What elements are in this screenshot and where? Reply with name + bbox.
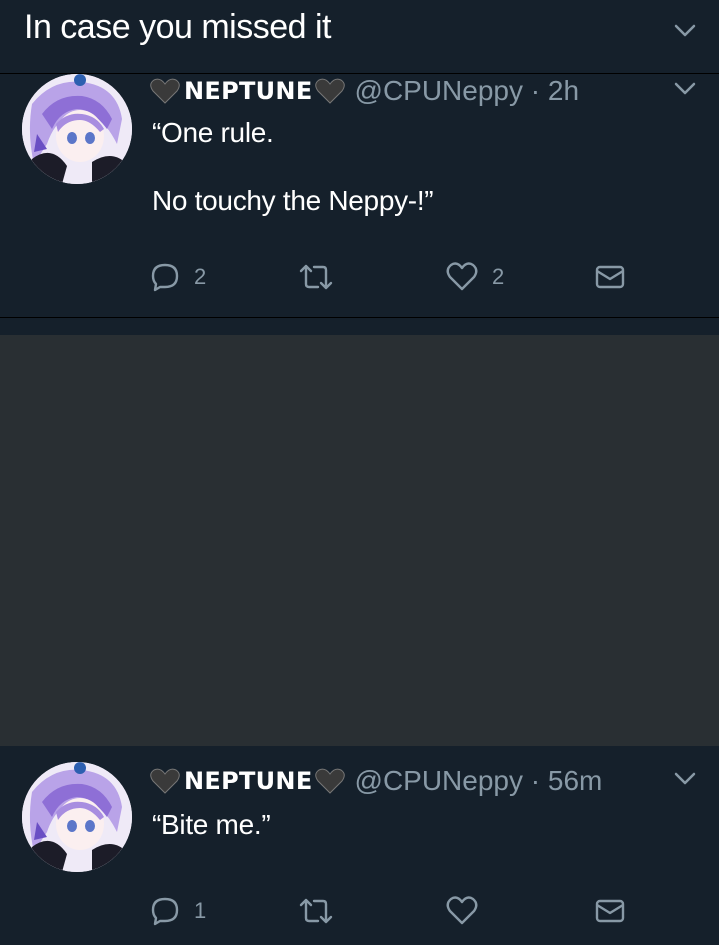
retweet-icon [299, 898, 333, 924]
tweet-actions: 2 2 [150, 260, 630, 294]
tweet-text: “One rule. No touchy the Neppy-!” [152, 117, 434, 216]
direct-message-button[interactable] [594, 894, 626, 928]
envelope-icon [595, 899, 625, 923]
empty-media-area [0, 319, 719, 746]
envelope-icon [595, 265, 625, 289]
chevron-down-icon[interactable] [674, 82, 696, 96]
retweet-icon [299, 264, 333, 290]
avatar[interactable] [22, 762, 132, 872]
like-button[interactable]: 2 [446, 260, 504, 294]
retweet-button[interactable] [298, 894, 334, 928]
chevron-down-icon[interactable] [674, 772, 696, 786]
reply-button[interactable]: 1 [150, 894, 206, 928]
timeline-header: In case you missed it [0, 0, 719, 74]
heart-icon [446, 896, 478, 925]
divider [0, 319, 719, 335]
reply-count: 2 [194, 264, 207, 289]
black-heart-icon [314, 768, 345, 794]
reply-count: 1 [194, 898, 207, 923]
tweet-text: “Bite me.” [152, 809, 271, 840]
reply-icon [151, 897, 179, 926]
tweet-author-row: NEPTUNE @CPUNeppy · 56m [150, 764, 602, 798]
reply-button[interactable]: 2 [150, 260, 206, 294]
direct-message-button[interactable] [594, 260, 626, 294]
heart-icon [446, 262, 478, 291]
author-handle-time[interactable]: @CPUNeppy · 56m [355, 765, 603, 797]
avatar[interactable] [22, 74, 132, 184]
black-heart-icon [150, 78, 180, 104]
author-name[interactable]: NEPTUNE [184, 767, 313, 795]
tweet-actions: 1 [150, 894, 630, 928]
like-button[interactable] [446, 894, 478, 928]
black-heart-icon [150, 768, 180, 794]
chevron-down-icon[interactable] [674, 24, 696, 38]
like-count: 2 [492, 264, 505, 289]
reply-icon [151, 263, 179, 292]
retweet-button[interactable] [298, 260, 334, 294]
tweet-author-row: NEPTUNE @CPUNeppy · 2h [150, 74, 579, 108]
tweet[interactable]: NEPTUNE @CPUNeppy · 2h “One rule. No tou… [0, 74, 719, 318]
black-heart-icon [314, 78, 345, 104]
author-name[interactable]: NEPTUNE [184, 77, 313, 105]
header-title: In case you missed it [24, 8, 331, 46]
author-handle-time[interactable]: @CPUNeppy · 2h [355, 75, 580, 107]
tweet[interactable]: NEPTUNE @CPUNeppy · 56m “Bite me.” 1 [0, 746, 719, 945]
